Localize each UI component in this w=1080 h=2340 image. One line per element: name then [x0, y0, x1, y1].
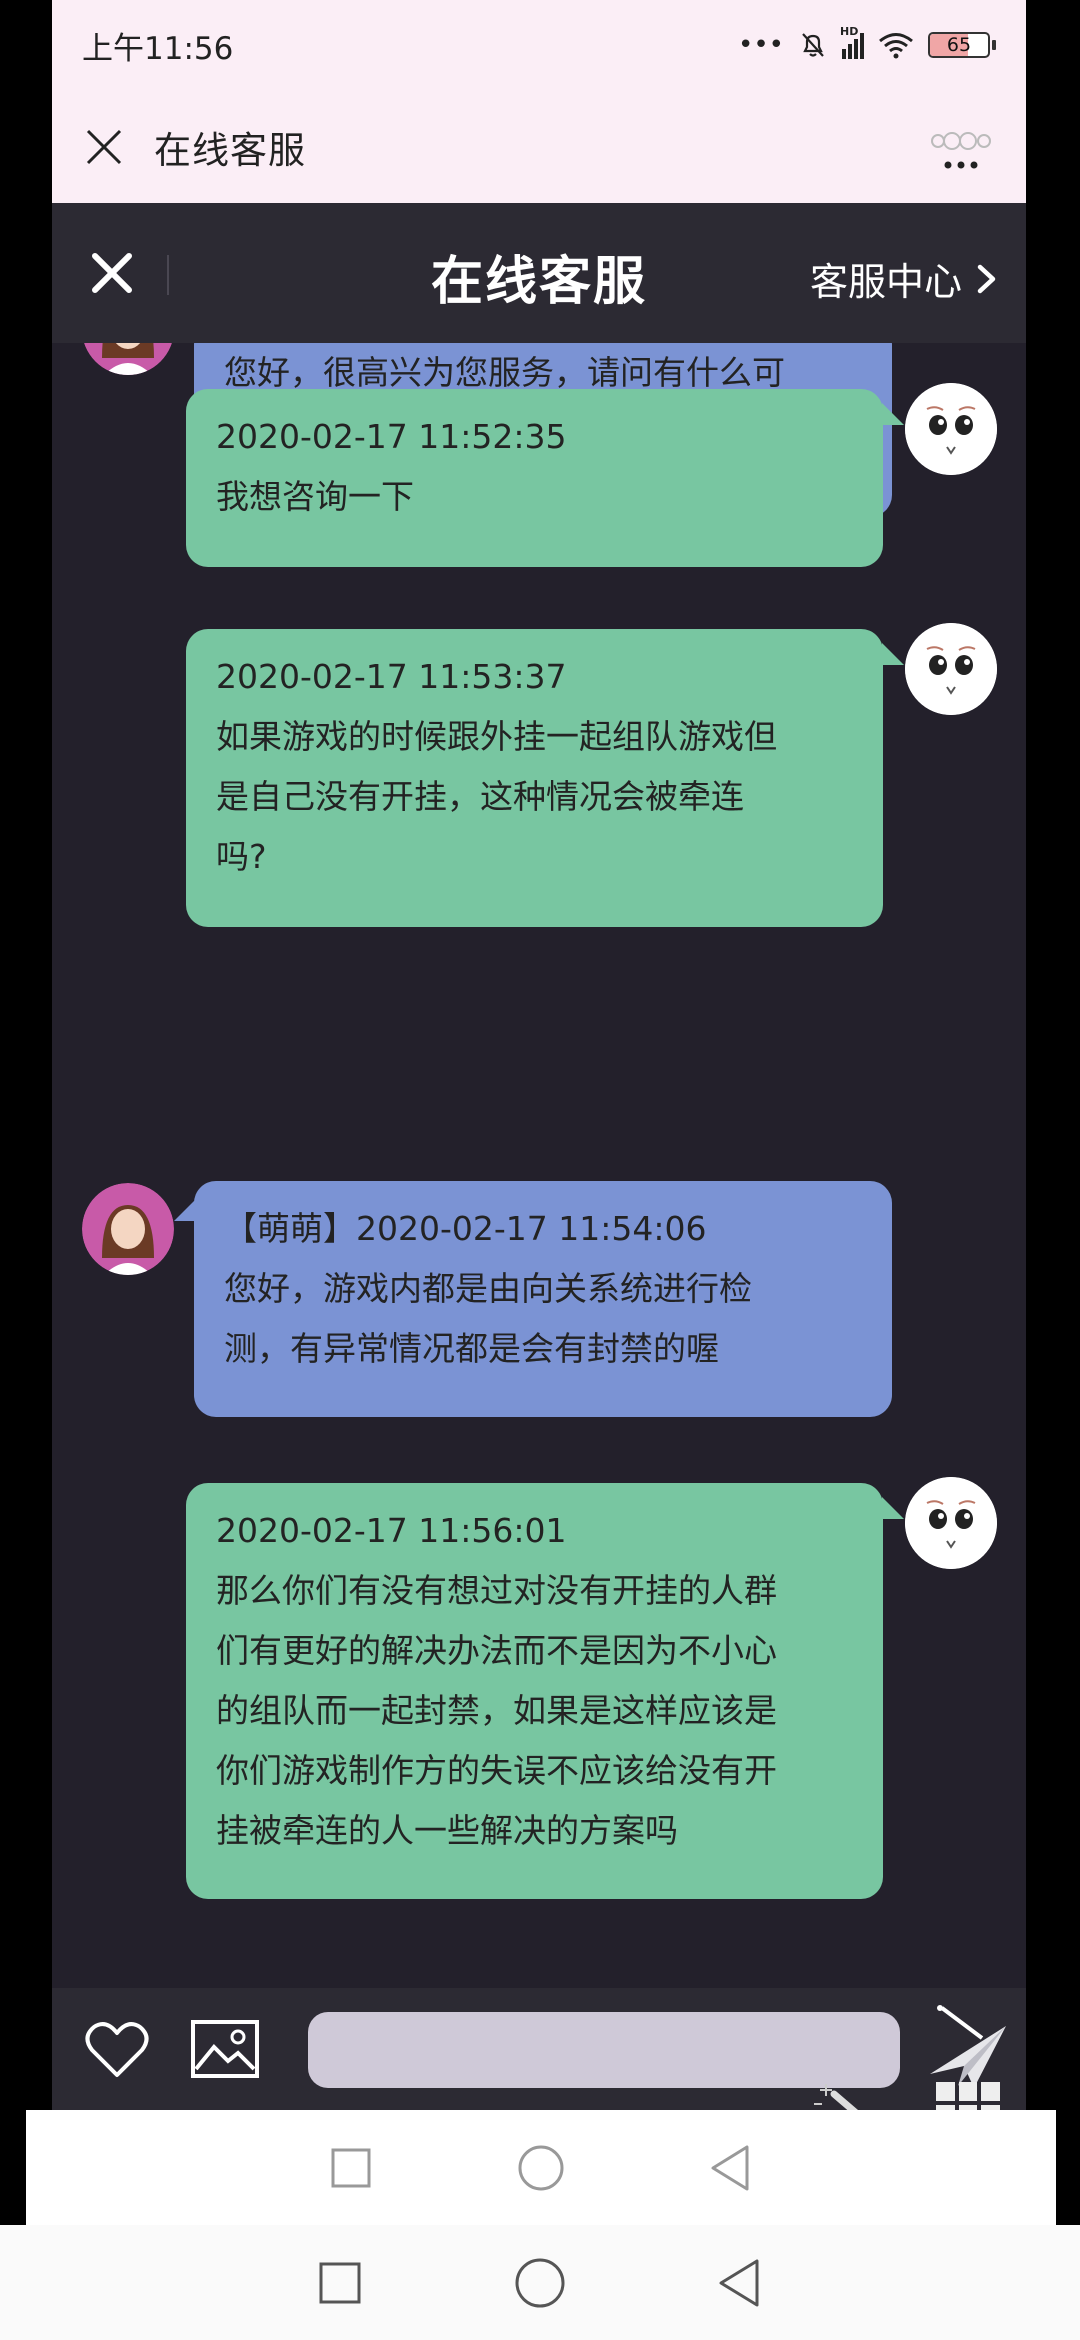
agent-avatar: [82, 1183, 174, 1275]
message-timestamp: 2020-02-17 11:52:35: [216, 417, 567, 456]
message-text: 那么你们有没有想过对没有开挂的人群 们有更好的解决办法而不是因为不小心 的组队而…: [216, 1571, 777, 1850]
network-label: HD: [840, 25, 859, 38]
webview-title: 在线客服: [154, 128, 306, 172]
chevron-right-icon: [977, 264, 996, 293]
service-center-label: 客服中心: [809, 260, 962, 304]
system-navigation-bar: [0, 2225, 1080, 2340]
dots-icon: •••: [737, 30, 784, 60]
battery-icon: 65: [928, 32, 996, 58]
back-icon[interactable]: [696, 2133, 766, 2203]
message-bubble: 2020-02-17 11:53:37 如果游戏的时候跟外挂一起组队游戏但 是自…: [186, 629, 883, 927]
message-text: 如果游戏的时候跟外挂一起组队游戏但 是自己没有开挂，这种情况会被牵连 吗?: [216, 717, 777, 876]
status-time: 上午11:56: [82, 30, 234, 67]
image-icon[interactable]: [190, 2014, 260, 2084]
more-icon[interactable]: [926, 112, 996, 182]
app-header: 在线客服 客服中心: [52, 203, 1026, 343]
webview-header: 在线客服: [52, 90, 1026, 203]
message-bubble: 【萌萌】2020-02-17 11:54:06 您好，游戏内都是由向关系统进行检…: [194, 1181, 892, 1417]
message-timestamp: 2020-02-17 11:56:01: [216, 1511, 567, 1550]
mute-icon: [802, 33, 824, 57]
close-icon[interactable]: [82, 125, 126, 169]
status-icons: ••• HD 65: [737, 25, 996, 60]
signal-icon: HD: [840, 25, 864, 59]
send-icon[interactable]: [922, 2004, 1012, 2094]
home-icon[interactable]: [506, 2133, 576, 2203]
user-avatar: [905, 1477, 997, 1569]
phone-frame: 上午11:56 ••• HD 65 在线客服 在线客服 客服中心 您好，很高兴为…: [0, 0, 1080, 2340]
status-bar: 上午11:56 ••• HD 65: [52, 0, 1026, 90]
message-bubble: 2020-02-17 11:56:01 那么你们有没有想过对没有开挂的人群 们有…: [186, 1483, 883, 1899]
message-text: 您好，游戏内都是由向关系统进行检 测，有异常情况都是会有封禁的喔: [224, 1269, 752, 1368]
home-icon[interactable]: [505, 2248, 575, 2318]
chat-area: 您好，很高兴为您服务，请问有什么可 以帮到您的? 2020-02-17 11:5…: [52, 343, 1026, 1988]
user-avatar: [905, 623, 997, 715]
battery-level: 65: [946, 34, 972, 56]
wifi-icon: [879, 33, 913, 59]
message-input[interactable]: [308, 2012, 900, 2088]
service-center-link[interactable]: 客服中心: [810, 251, 998, 306]
heart-icon[interactable]: [82, 2014, 152, 2084]
recent-apps-icon[interactable]: [305, 2248, 375, 2318]
message-timestamp: 【萌萌】2020-02-17 11:54:06: [224, 1209, 707, 1248]
agent-avatar: [82, 343, 174, 375]
message-bubble: 2020-02-17 11:52:35 我想咨询一下: [186, 389, 883, 567]
recent-apps-icon[interactable]: [316, 2133, 386, 2203]
back-icon[interactable]: [705, 2248, 775, 2318]
screen: 上午11:56 ••• HD 65 在线客服 在线客服 客服中心 您好，很高兴为…: [52, 0, 1026, 2220]
message-timestamp: 2020-02-17 11:53:37: [216, 657, 567, 696]
user-avatar: [905, 383, 997, 475]
message-text: 我想咨询一下: [216, 477, 414, 516]
app-navigation-bar: [26, 2110, 1056, 2225]
